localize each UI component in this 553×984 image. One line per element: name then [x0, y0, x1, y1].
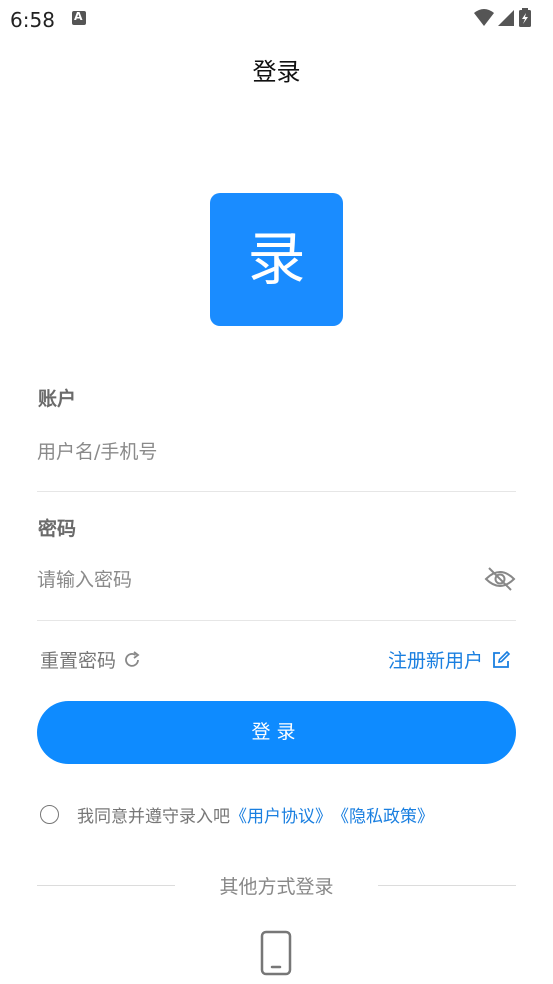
wifi-icon: [474, 9, 494, 26]
user-agreement-link[interactable]: 《用户协议》: [230, 802, 332, 827]
agreement-checkbox[interactable]: [40, 805, 59, 824]
refresh-icon: [125, 650, 140, 667]
signal-icon: [498, 10, 514, 26]
account-label: 账户: [38, 388, 77, 410]
reset-password-label: 重置密码: [40, 650, 117, 672]
register-label: 注册新用户: [387, 650, 483, 672]
password-divider: [37, 620, 516, 621]
account-input[interactable]: [37, 432, 477, 472]
password-label: 密码: [38, 518, 77, 540]
register-link[interactable]: 注册新用户: [388, 646, 511, 673]
status-bar: 6:58 A: [0, 0, 553, 38]
system-icons: [473, 8, 545, 28]
password-input[interactable]: [37, 560, 477, 600]
agreement-row: 我同意并遵守录入吧 《用户协议》 《隐私政策》: [40, 802, 434, 827]
app-logo: 录: [210, 193, 343, 326]
edit-icon: [493, 650, 511, 668]
reset-password-link[interactable]: 重置密码: [40, 646, 142, 673]
other-login-divider-right: [378, 885, 516, 886]
phone-login-icon[interactable]: [260, 930, 292, 976]
privacy-policy-link[interactable]: 《隐私政策》: [332, 802, 434, 827]
account-divider: [37, 491, 516, 492]
notification-a-icon: A: [72, 10, 86, 25]
battery-icon: [519, 8, 531, 27]
page-title: 登录: [252, 58, 301, 86]
app-logo-text: 录: [247, 225, 306, 293]
agreement-text: 我同意并遵守录入吧: [77, 807, 230, 827]
status-time: 6:58: [10, 8, 55, 32]
eye-off-icon[interactable]: [484, 565, 516, 593]
login-button[interactable]: 登录: [37, 701, 516, 764]
